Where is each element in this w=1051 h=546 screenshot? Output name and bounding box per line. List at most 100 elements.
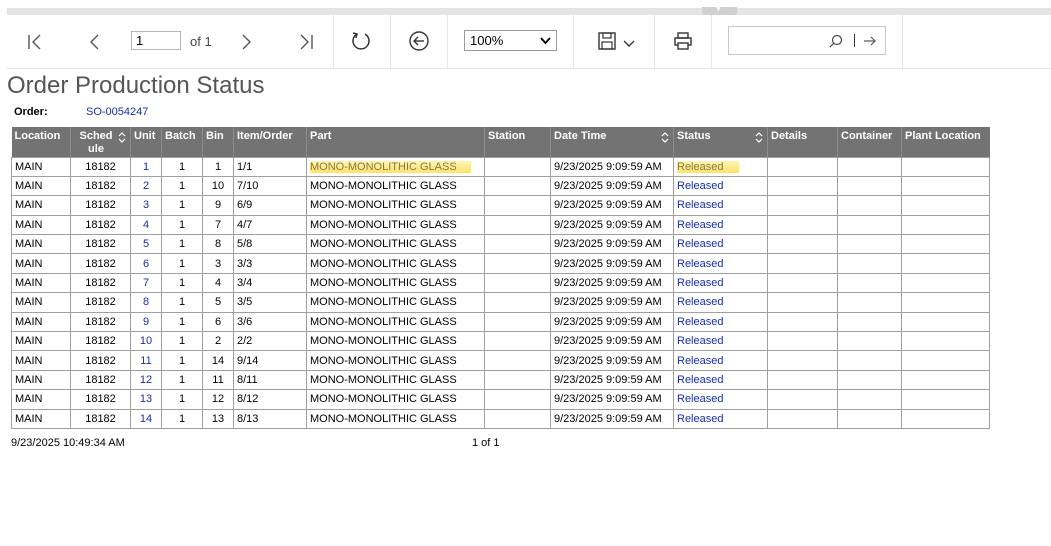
cell-status-link[interactable]: Released	[673, 389, 768, 410]
cell-item-order: 9/14	[233, 350, 307, 371]
cell-schedule: 18182	[70, 389, 131, 410]
table-row: MAIN 18182 2 1 10 7/10 MONO-MONOLITHIC GLASS 9/…	[11, 175, 990, 197]
cell-item-order: 8/13	[233, 408, 307, 429]
page-number-input[interactable]	[131, 31, 181, 50]
chevron-down-icon	[540, 37, 551, 45]
refresh-button[interactable]	[349, 29, 373, 53]
cell-plant-location	[901, 331, 990, 352]
cell-status-link[interactable]: Released	[673, 369, 768, 391]
cell-status-link[interactable]: Released	[673, 408, 768, 429]
cell-date-time: 9/23/2025 9:09:59 AM	[550, 253, 674, 274]
cell-plant-location	[901, 350, 990, 371]
search-next-icon[interactable]	[863, 34, 877, 48]
chevron-down-icon	[623, 40, 635, 47]
column-header-location: Location	[11, 127, 71, 157]
previous-page-button[interactable]	[84, 31, 106, 53]
zoom-select[interactable]: 100%	[464, 30, 557, 51]
column-header-batch: Batch	[161, 127, 203, 157]
cell-unit-link[interactable]: 2	[130, 175, 162, 197]
table-body: MAIN 18182 1 1 1 1/1 MONO-MONOLITHIC GLASS 9/23…	[11, 156, 990, 429]
cell-status-link[interactable]: Released	[673, 253, 768, 274]
cell-station	[484, 350, 551, 371]
cell-bin: 10	[202, 175, 234, 197]
first-page-icon	[28, 34, 41, 50]
export-button[interactable]	[593, 29, 639, 53]
table-row: MAIN 18182 7 1 4 3/4 MONO-MONOLITHIC GLASS 9/23…	[11, 272, 990, 294]
cell-container	[837, 175, 902, 197]
cell-details	[767, 156, 838, 177]
cell-unit-link[interactable]: 11	[130, 350, 162, 371]
cell-part: MONO-MONOLITHIC GLASS	[306, 272, 485, 294]
cell-schedule: 18182	[70, 369, 131, 391]
sort-icon[interactable]	[755, 132, 763, 143]
cell-status-link[interactable]: Released	[673, 292, 768, 313]
cell-status-link[interactable]: Released	[673, 175, 768, 197]
cell-plant-location	[901, 253, 990, 274]
cell-schedule: 18182	[70, 408, 131, 429]
column-header-date-time[interactable]: Date Time	[550, 127, 674, 157]
cell-item-order: 5/8	[233, 234, 307, 255]
cell-unit-link[interactable]: 1	[130, 156, 162, 177]
cell-status-link[interactable]: Released	[673, 156, 768, 177]
sort-icon[interactable]	[661, 132, 669, 143]
print-button[interactable]	[671, 29, 695, 53]
cell-unit-link[interactable]: 3	[130, 195, 162, 216]
first-page-button[interactable]	[24, 31, 46, 53]
cell-schedule: 18182	[70, 234, 131, 255]
cell-unit-link[interactable]: 9	[130, 311, 162, 333]
table-row: MAIN 18182 10 1 2 2/2 MONO-MONOLITHIC GLASS 9/2…	[11, 331, 990, 352]
toolbar-separator	[654, 15, 655, 68]
cell-status-link[interactable]: Released	[673, 234, 768, 255]
cell-schedule: 18182	[70, 156, 131, 177]
cell-date-time: 9/23/2025 9:09:59 AM	[550, 408, 674, 429]
last-page-button[interactable]	[295, 31, 317, 53]
cell-unit-link[interactable]: 12	[130, 369, 162, 391]
column-header-plant-location: Plant Location	[901, 127, 990, 157]
cell-unit-link[interactable]: 14	[130, 408, 162, 429]
cell-bin: 12	[202, 389, 234, 410]
cell-unit-link[interactable]: 4	[130, 214, 162, 236]
cell-status-link[interactable]: Released	[673, 272, 768, 294]
cell-unit-link[interactable]: 10	[130, 331, 162, 352]
cell-station	[484, 253, 551, 274]
cell-unit-link[interactable]: 13	[130, 389, 162, 410]
cell-details	[767, 311, 838, 333]
cell-batch: 1	[161, 214, 203, 236]
cell-station	[484, 331, 551, 352]
cell-details	[767, 369, 838, 391]
cell-schedule: 18182	[70, 195, 131, 216]
cell-details	[767, 175, 838, 197]
cell-bin: 7	[202, 214, 234, 236]
cell-container	[837, 234, 902, 255]
cell-item-order: 3/3	[233, 253, 307, 274]
cell-date-time: 9/23/2025 9:09:59 AM	[550, 272, 674, 294]
print-icon	[674, 32, 692, 50]
highlighted-status-text[interactable]: Released	[677, 160, 740, 173]
cell-status-link[interactable]: Released	[673, 195, 768, 216]
cell-batch: 1	[161, 389, 203, 410]
cell-status-link[interactable]: Released	[673, 331, 768, 352]
last-page-icon	[300, 34, 313, 50]
cell-unit-link[interactable]: 5	[130, 234, 162, 255]
cell-unit-link[interactable]: 7	[130, 272, 162, 294]
sort-icon[interactable]	[118, 132, 126, 143]
order-number-link[interactable]: SO-0054247	[86, 106, 148, 118]
column-header-label: Sched ule	[79, 130, 113, 155]
cell-date-time: 9/23/2025 9:09:59 AM	[550, 389, 674, 410]
column-header-status[interactable]: Status	[673, 127, 768, 157]
column-header-bin: Bin	[202, 127, 234, 157]
cell-status-link[interactable]: Released	[673, 311, 768, 333]
cell-status-link[interactable]: Released	[673, 214, 768, 236]
back-button[interactable]	[407, 29, 431, 53]
cell-unit-link[interactable]: 6	[130, 253, 162, 274]
cell-batch: 1	[161, 350, 203, 371]
cell-status-link[interactable]: Released	[673, 350, 768, 371]
column-header-schedule[interactable]: Sched ule	[70, 127, 131, 157]
next-page-button[interactable]	[235, 31, 257, 53]
search-box[interactable]	[728, 26, 886, 55]
cell-details	[767, 331, 838, 352]
collapse-toolbar-button[interactable]: ▼	[702, 6, 737, 15]
cell-unit-link[interactable]: 8	[130, 292, 162, 313]
cell-container	[837, 195, 902, 216]
cell-plant-location	[901, 408, 990, 429]
